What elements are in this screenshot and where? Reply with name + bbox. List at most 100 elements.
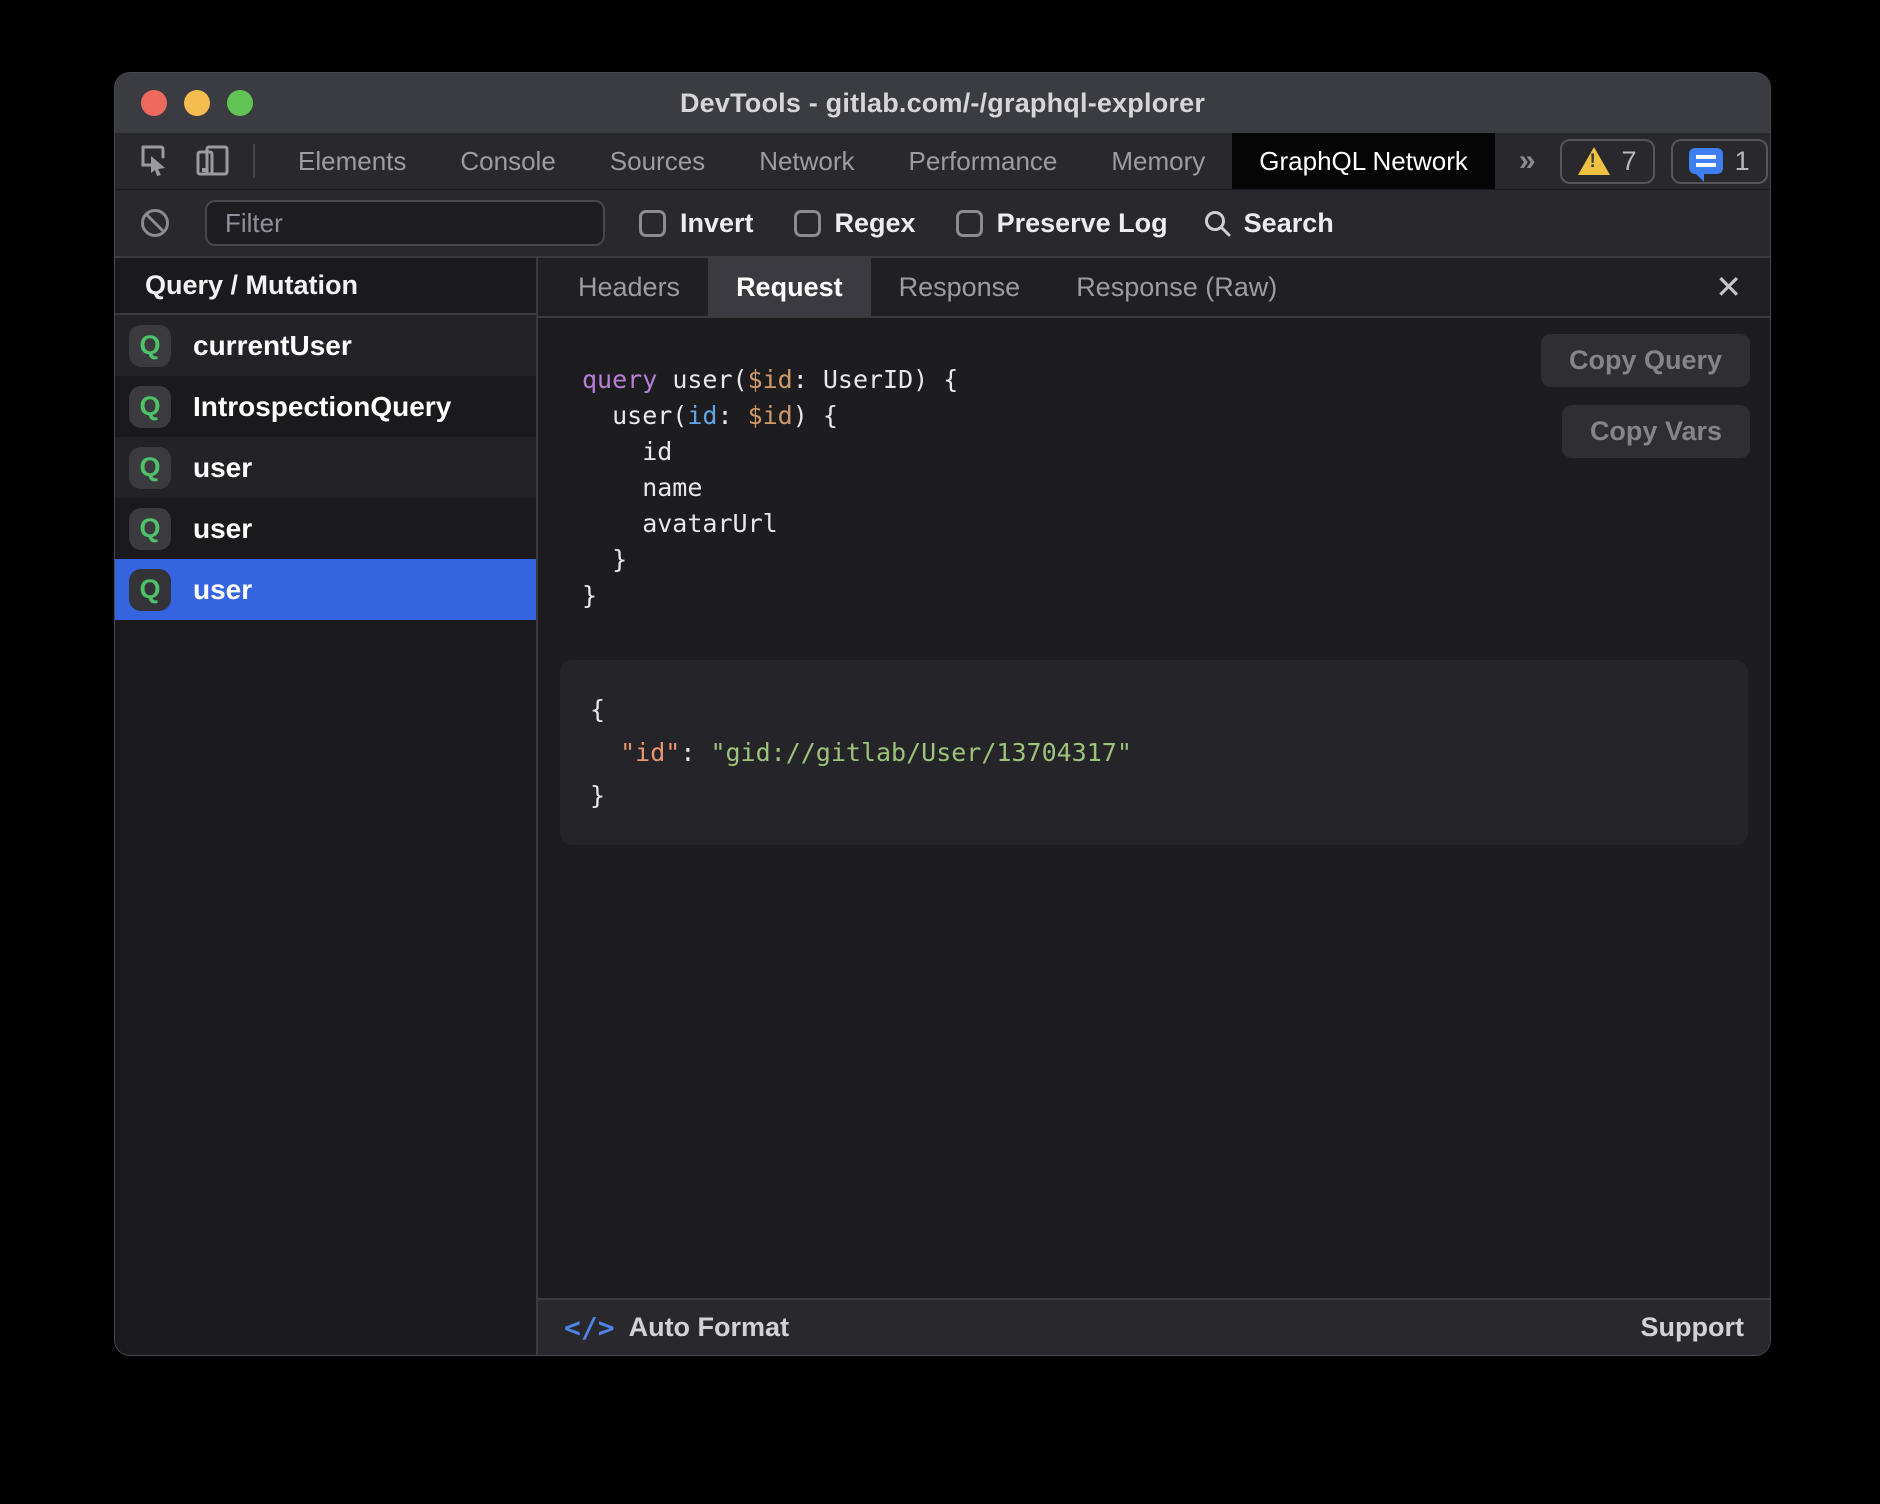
message-count: 1 [1735, 146, 1750, 177]
search-icon [1202, 208, 1232, 238]
query-name-label: IntrospectionQuery [193, 391, 451, 423]
close-window-button[interactable] [141, 90, 167, 116]
more-tabs-icon[interactable]: » [1495, 133, 1560, 189]
traffic-lights [141, 73, 253, 133]
toolbar-separator [253, 144, 255, 178]
query-list-item[interactable]: Q IntrospectionQuery [115, 376, 536, 437]
issues-badge[interactable]: 1 [1671, 139, 1768, 184]
code-token: ) { [793, 401, 838, 430]
code-token: "gid://gitlab/User/13704317" [710, 738, 1131, 767]
query-type-badge: Q [129, 447, 171, 489]
request-view: Copy Query Copy Vars query user($id: Use… [538, 318, 1770, 1298]
query-type-badge: Q [129, 569, 171, 611]
devtools-tool-icons [115, 133, 271, 189]
query-list: QcurrentUserQIntrospectionQueryQuserQuse… [115, 315, 536, 1355]
devtools-window: DevTools - gitlab.com/-/graphql-explorer… [114, 72, 1771, 1356]
filter-input[interactable] [205, 200, 605, 246]
devtools-tabs: ElementsConsoleSourcesNetworkPerformance… [271, 133, 1495, 189]
device-toolbar-icon[interactable] [195, 143, 231, 179]
code-line: "id": "gid://gitlab/User/13704317" [590, 731, 1718, 774]
copy-buttons: Copy Query Copy Vars [1541, 334, 1750, 458]
code-line: avatarUrl [582, 506, 1748, 542]
code-token: } [590, 781, 605, 810]
auto-format-label: Auto Format [629, 1312, 789, 1343]
query-type-badge: Q [129, 386, 171, 428]
code-token: id [582, 437, 672, 466]
devtools-tab-elements[interactable]: Elements [271, 133, 433, 189]
window-title: DevTools - gitlab.com/-/graphql-explorer [680, 88, 1205, 119]
devtools-tab-performance[interactable]: Performance [882, 133, 1085, 189]
filter-checkboxes: Invert Regex Preserve Log [639, 208, 1168, 239]
checkbox-preserve-log[interactable]: Preserve Log [956, 208, 1168, 239]
panel-footer: </> Auto Format Support [538, 1298, 1770, 1355]
panel-tab-headers[interactable]: Headers [550, 258, 708, 316]
panel-tab-bar: HeadersRequestResponseResponse (Raw) ✕ [538, 258, 1770, 318]
devtools-tab-bar: ElementsConsoleSourcesNetworkPerformance… [115, 133, 1770, 190]
search-toggle[interactable]: Search [1202, 208, 1334, 239]
devtools-tab-console[interactable]: Console [433, 133, 582, 189]
close-panel-icon[interactable]: ✕ [1687, 268, 1770, 306]
query-name-label: currentUser [193, 330, 352, 362]
devtools-tab-network[interactable]: Network [732, 133, 881, 189]
search-label: Search [1244, 208, 1334, 239]
query-list-item[interactable]: Quser [115, 559, 536, 620]
warning-count: 7 [1622, 146, 1637, 177]
panel-tab-request[interactable]: Request [708, 258, 871, 316]
message-icon [1689, 148, 1723, 174]
query-type-badge: Q [129, 508, 171, 550]
code-token: $id [748, 365, 793, 394]
code-token: id [687, 401, 717, 430]
code-line: } [590, 774, 1718, 817]
code-token: user( [582, 401, 687, 430]
code-token: : [717, 401, 747, 430]
code-token [590, 738, 620, 767]
code-brackets-icon: </> [564, 1311, 615, 1344]
checkbox-box[interactable] [794, 210, 821, 237]
minimize-window-button[interactable] [184, 90, 210, 116]
filter-toolbar: Invert Regex Preserve Log Search [115, 190, 1770, 258]
code-line: } [582, 578, 1748, 614]
code-token: query [582, 365, 657, 394]
checkbox-box[interactable] [956, 210, 983, 237]
zoom-window-button[interactable] [227, 90, 253, 116]
title-bar: DevTools - gitlab.com/-/graphql-explorer [115, 73, 1770, 133]
inspect-element-icon[interactable] [137, 143, 173, 179]
devtools-right-controls: 7 1 ⚙ [1560, 133, 1771, 189]
code-line: } [582, 542, 1748, 578]
query-list-item[interactable]: Quser [115, 498, 536, 559]
query-type-badge: Q [129, 325, 171, 367]
query-variables-box: { "id": "gid://gitlab/User/13704317"} [560, 660, 1748, 845]
copy-query-button[interactable]: Copy Query [1541, 334, 1750, 387]
devtools-tab-graphql-network[interactable]: GraphQL Network [1232, 133, 1495, 189]
code-token: "id" [620, 738, 680, 767]
code-token: user( [657, 365, 747, 394]
copy-vars-button[interactable]: Copy Vars [1562, 405, 1750, 458]
code-token: } [582, 545, 627, 574]
support-link[interactable]: Support [1641, 1312, 1744, 1343]
code-token: $id [748, 401, 793, 430]
code-token: { [590, 695, 605, 724]
warnings-badge[interactable]: 7 [1560, 139, 1655, 184]
checkbox-regex[interactable]: Regex [794, 208, 916, 239]
code-token: avatarUrl [582, 509, 778, 538]
auto-format-button[interactable]: </> Auto Format [564, 1311, 789, 1344]
query-list-item[interactable]: QcurrentUser [115, 315, 536, 376]
clear-filter-icon[interactable] [139, 207, 171, 239]
code-token: : [680, 738, 710, 767]
detail-panel: HeadersRequestResponseResponse (Raw) ✕ C… [538, 258, 1770, 1355]
code-token: name [582, 473, 702, 502]
panel-tab-response[interactable]: Response [871, 258, 1049, 316]
query-list-item[interactable]: Quser [115, 437, 536, 498]
main-split: Query / Mutation QcurrentUserQIntrospect… [115, 258, 1770, 1355]
devtools-tab-sources[interactable]: Sources [583, 133, 732, 189]
checkbox-invert[interactable]: Invert [639, 208, 754, 239]
checkbox-label: Invert [680, 208, 754, 239]
panel-tabs: HeadersRequestResponseResponse (Raw) [550, 258, 1305, 316]
code-token: } [582, 581, 597, 610]
devtools-tab-memory[interactable]: Memory [1084, 133, 1232, 189]
warning-icon [1578, 147, 1610, 175]
query-name-label: user [193, 513, 252, 545]
panel-tab-response-raw-[interactable]: Response (Raw) [1048, 258, 1305, 316]
checkbox-box[interactable] [639, 210, 666, 237]
sidebar-header: Query / Mutation [115, 258, 536, 315]
